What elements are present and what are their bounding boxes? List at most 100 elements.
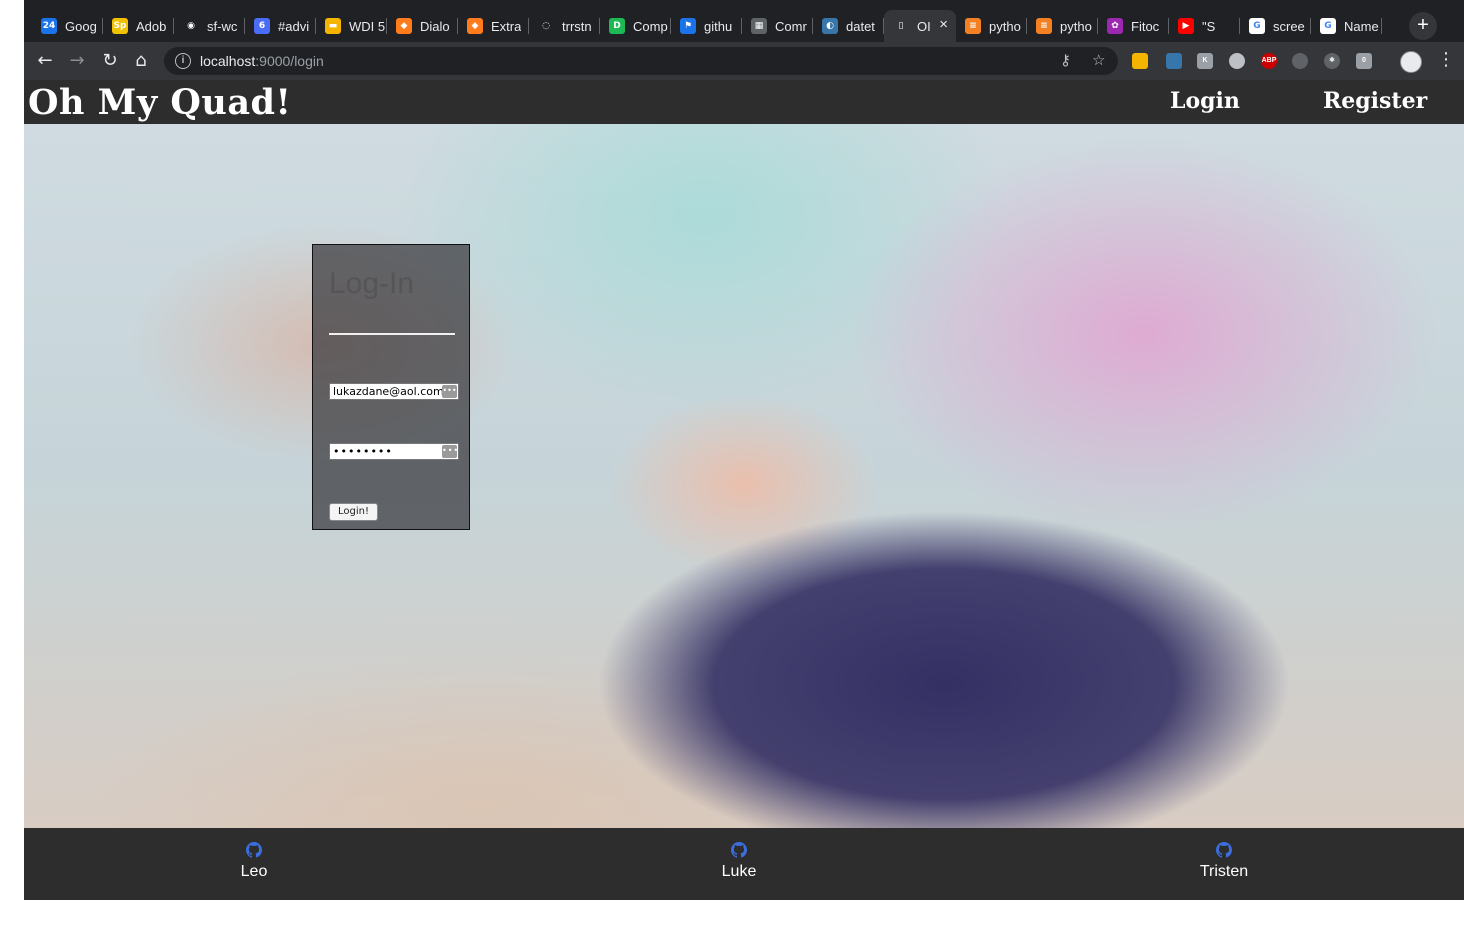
browser-tab[interactable]: ✿ Fitoc xyxy=(1098,10,1169,42)
page-viewport: Oh My Quad! Login Register Log-In lukazd… xyxy=(24,80,1464,900)
github-icon[interactable] xyxy=(731,842,747,858)
browser-tab[interactable]: Gscree xyxy=(1240,10,1311,42)
browser-menu-icon[interactable]: ⋮ xyxy=(1437,49,1455,70)
forward-arrow-icon[interactable]: → xyxy=(66,50,88,72)
browser-tab[interactable]: ◉ sf-wc xyxy=(174,10,245,42)
slides-icon: ▬ xyxy=(325,18,341,34)
github-icon: ◉ xyxy=(183,18,199,34)
react-devtools-icon[interactable]: ⚛ xyxy=(1324,53,1340,69)
new-tab-button[interactable]: + xyxy=(1409,12,1437,40)
browser-toolbar: ← → ↻ ⌂ i localhost:9000/login ⚷ ☆ K ABP… xyxy=(24,42,1464,80)
python-icon: ◐ xyxy=(822,18,838,34)
tab-title: pytho xyxy=(989,18,1021,34)
browser-tab[interactable]: Sp Adob xyxy=(103,10,174,42)
extension-notes-icon[interactable] xyxy=(1132,53,1148,69)
tab-title: Extra xyxy=(491,18,522,34)
tab-title: pytho xyxy=(1060,18,1092,34)
password-manager-key-icon[interactable]: ••• xyxy=(442,385,457,398)
google-calendar-icon: 24 xyxy=(41,18,57,34)
tab-title: datet xyxy=(846,18,875,34)
credit-tristen[interactable]: Tristen xyxy=(1164,842,1284,881)
site-brand[interactable]: Oh My Quad! xyxy=(28,82,291,123)
address-bar[interactable]: i localhost:9000/login ⚷ ☆ xyxy=(164,47,1118,75)
profile-avatar[interactable] xyxy=(1400,51,1422,73)
url-path: :9000/login xyxy=(255,53,324,69)
browser-tab[interactable]: D Comp xyxy=(600,10,671,42)
grid-icon: ▦ xyxy=(751,18,767,34)
tab-title: Comp xyxy=(633,18,668,34)
browser-tab[interactable]: ▯ OI × xyxy=(884,10,956,42)
login-title: Log-In xyxy=(329,267,415,300)
tab-title: Adob xyxy=(136,18,167,34)
stackoverflow-icon: ≡ xyxy=(1036,18,1052,34)
login-submit-button[interactable]: Login! xyxy=(329,503,378,521)
browser-tab[interactable]: ▶ "S xyxy=(1169,10,1240,42)
calendar-badge-icon: 6 xyxy=(254,18,270,34)
star-bookmark-icon[interactable]: ☆ xyxy=(1092,51,1105,69)
browser-tab[interactable]: ◆ Dialo xyxy=(387,10,458,42)
loading-icon: ◌ xyxy=(538,18,554,34)
tab-title: #advi xyxy=(278,18,310,34)
github-icon[interactable] xyxy=(1216,842,1232,858)
url-host: localhost xyxy=(200,53,256,69)
password-manager-key-icon[interactable]: ••• xyxy=(442,445,458,458)
extension-shield-icon[interactable] xyxy=(1229,53,1245,69)
credit-name: Leo xyxy=(240,863,268,880)
key-icon[interactable]: ⚷ xyxy=(1060,51,1071,69)
tab-title: githu xyxy=(704,18,733,34)
tab-title: Name xyxy=(1344,18,1379,34)
google-icon: G xyxy=(1320,18,1336,34)
email-field[interactable]: lukazdane@aol.com ••• xyxy=(329,383,459,400)
adobe-spark-icon: Sp xyxy=(112,18,128,34)
adblock-icon[interactable]: ABP xyxy=(1261,53,1277,69)
browser-tab[interactable]: ≡ pytho xyxy=(956,10,1027,42)
tab-title: scree xyxy=(1273,18,1305,34)
site-header: Oh My Quad! Login Register xyxy=(24,80,1464,124)
browser-tab[interactable]: ▬ WDI 5 xyxy=(316,10,387,42)
browser-tab[interactable]: ◐ datet xyxy=(813,10,884,42)
reload-icon[interactable]: ↻ xyxy=(99,50,121,72)
site-info-icon[interactable]: i xyxy=(175,53,191,69)
browser-tab[interactable]: ◆ Extra xyxy=(458,10,529,42)
login-form: Log-In lukazdane@aol.com ••• •••••••• ••… xyxy=(312,244,470,530)
tab-title: Comr xyxy=(775,18,807,34)
tab-title: trrstn xyxy=(562,18,592,34)
close-tab-icon[interactable]: × xyxy=(939,16,948,33)
browser-tab[interactable]: ▦ Comr xyxy=(742,10,813,42)
extension-ghost-icon[interactable] xyxy=(1292,53,1308,69)
credit-luke[interactable]: Luke xyxy=(679,842,799,881)
browser-tab[interactable]: 24 Goog xyxy=(32,10,103,42)
tab-title: sf-wc xyxy=(207,18,238,34)
tab-title: Goog xyxy=(65,18,97,34)
browser-tab[interactable]: ◌ trrstn xyxy=(529,10,600,42)
stackoverflow-icon: ≡ xyxy=(965,18,981,34)
nav-login-link[interactable]: Login xyxy=(1170,88,1240,114)
hero-background-image xyxy=(24,124,1464,828)
browser-tabstrip: 24 Goog Sp Adob ◉ sf-wc 6 #advi ▬ WDI 5 ◆ Dialo ◆ Ext… xyxy=(24,0,1464,42)
github-icon[interactable] xyxy=(246,842,262,858)
dash-icon: D xyxy=(609,18,625,34)
browser-tab[interactable]: ⚑ githu xyxy=(671,10,742,42)
password-field[interactable]: •••••••• ••• xyxy=(329,443,459,460)
email-value: lukazdane@aol.com xyxy=(333,385,444,398)
browser-tab[interactable]: G Name xyxy=(1311,10,1382,42)
password-value: •••••••• xyxy=(333,445,393,458)
sublime-icon: ◆ xyxy=(396,18,412,34)
tab-title: Dialo xyxy=(420,18,450,34)
home-icon[interactable]: ⌂ xyxy=(130,50,152,72)
fitoc-icon: ✿ xyxy=(1107,18,1123,34)
browser-tab[interactable]: ≡ pytho xyxy=(1027,10,1098,42)
credit-name: Tristen xyxy=(1199,863,1249,880)
extension-python-icon[interactable] xyxy=(1166,53,1182,69)
tab-title: "S xyxy=(1202,18,1216,34)
back-arrow-icon[interactable]: ← xyxy=(34,50,56,72)
nav-register-link[interactable]: Register xyxy=(1323,88,1427,114)
credit-leo[interactable]: Leo xyxy=(194,842,314,881)
browser-tab[interactable]: 6 #advi xyxy=(245,10,316,42)
sublime-icon: ◆ xyxy=(467,18,483,34)
extension-zero-icon[interactable]: 0 xyxy=(1356,53,1372,69)
extension-k-icon[interactable]: K xyxy=(1197,53,1213,69)
tab-title: Fitoc xyxy=(1131,18,1160,34)
login-divider xyxy=(329,333,455,335)
credit-name: Luke xyxy=(721,863,757,880)
